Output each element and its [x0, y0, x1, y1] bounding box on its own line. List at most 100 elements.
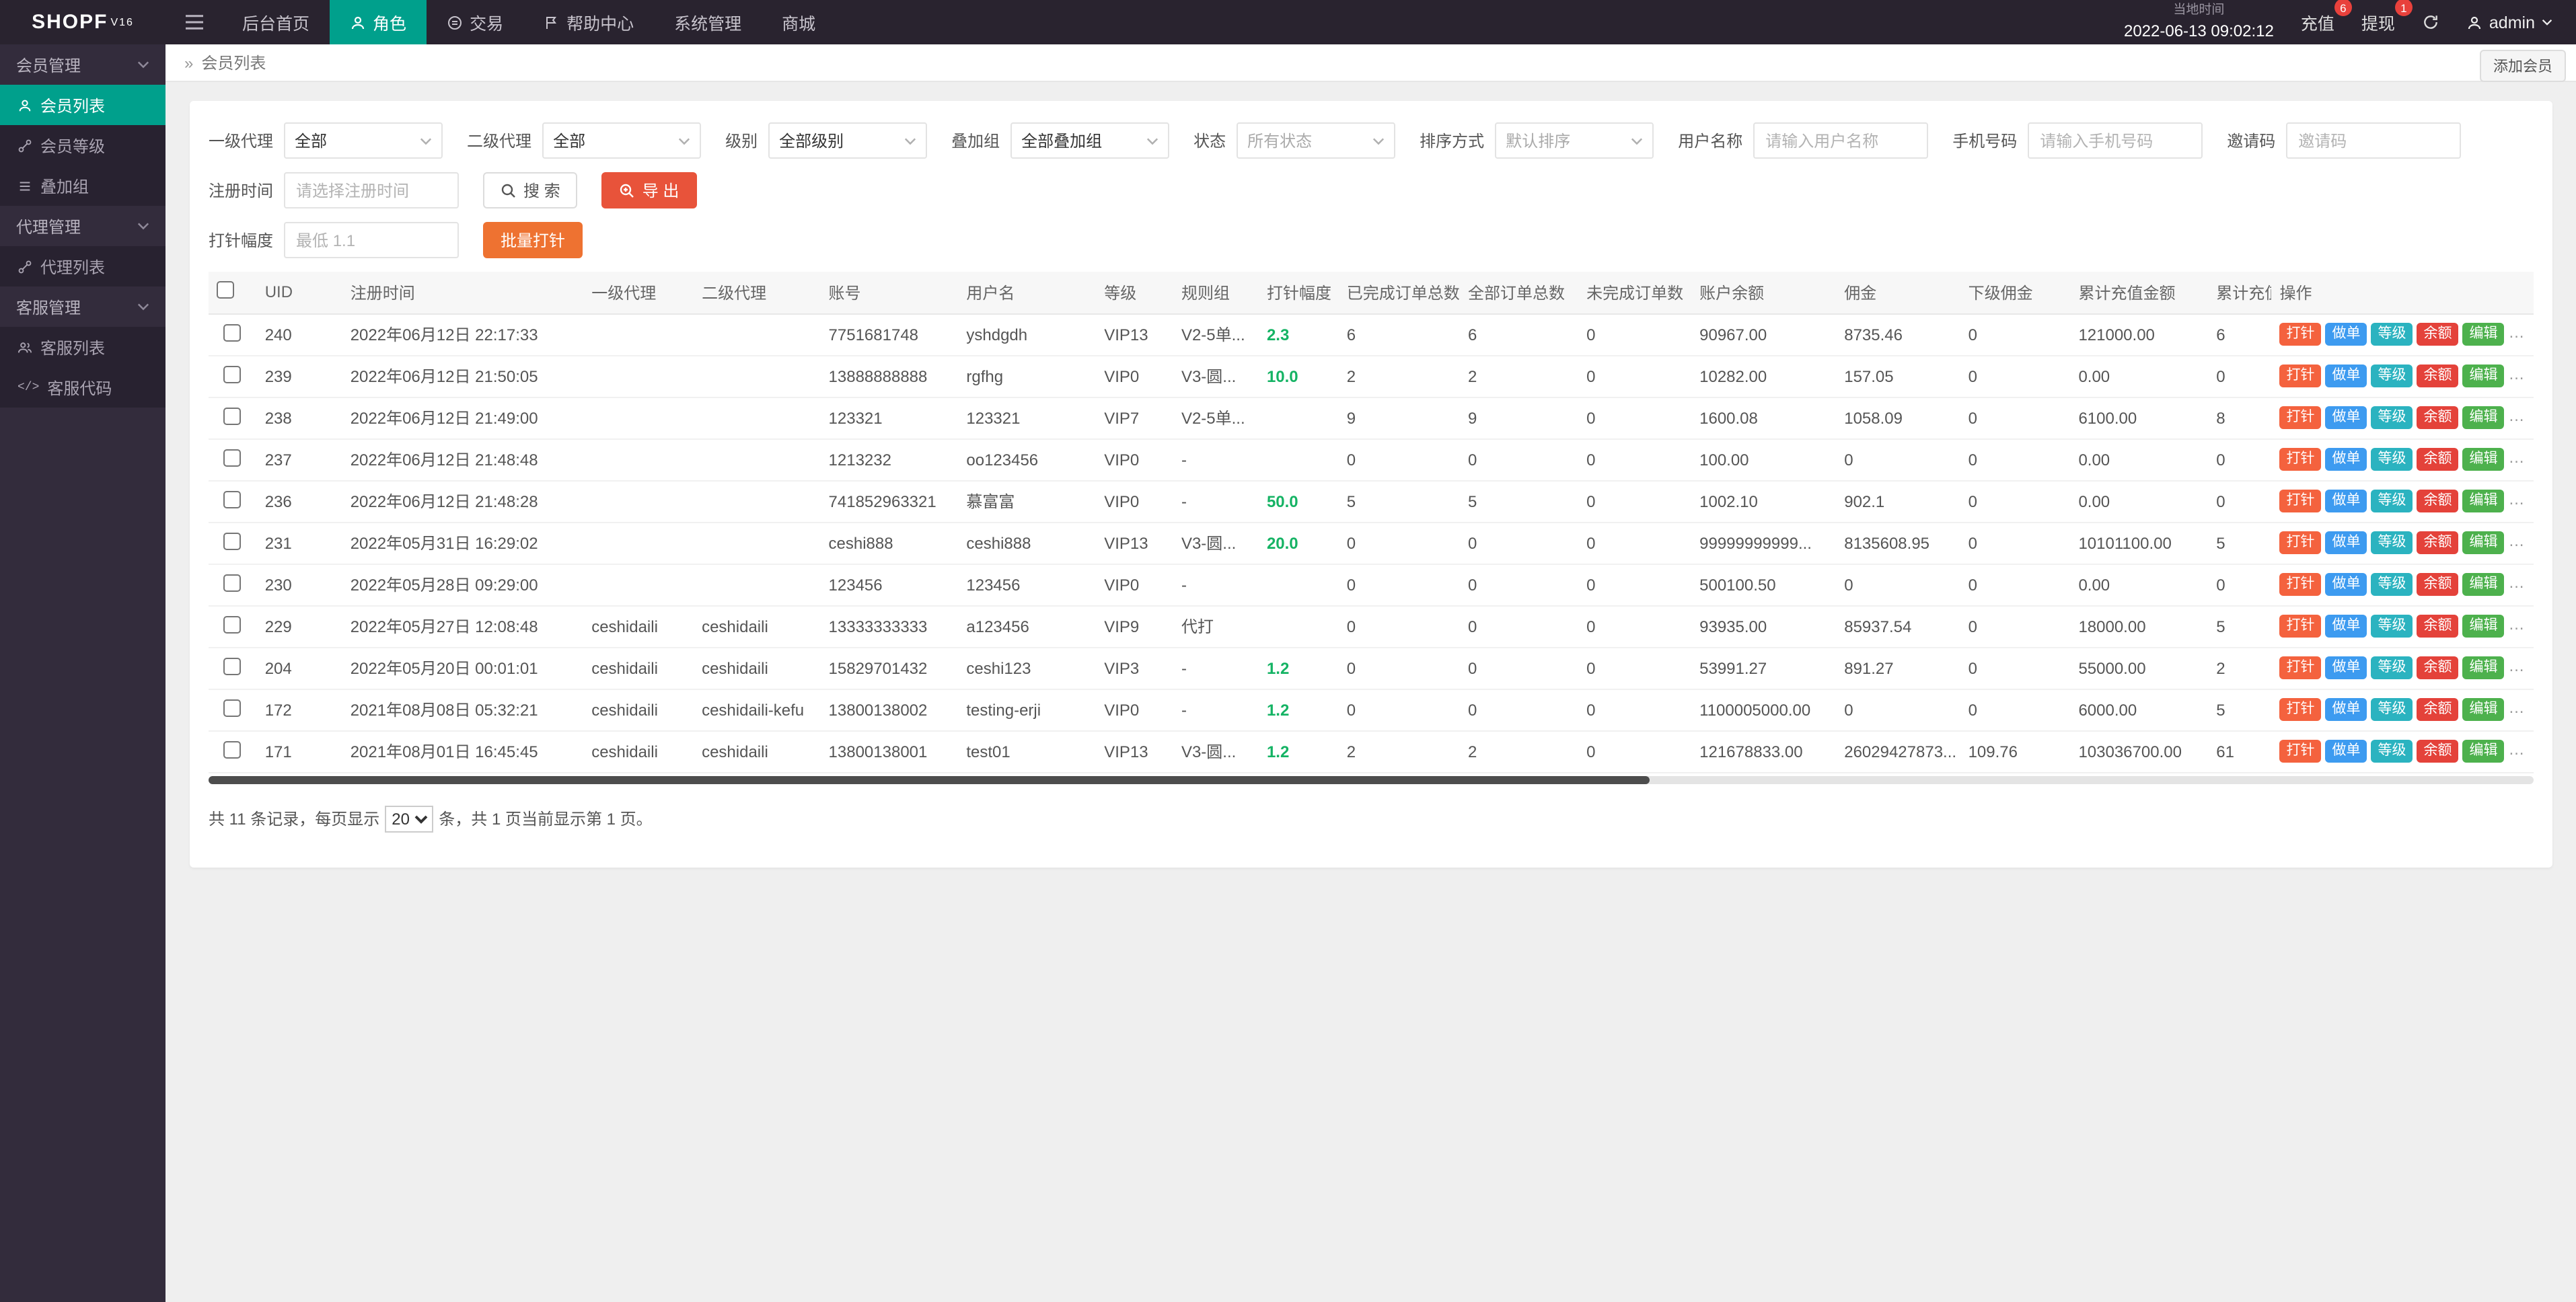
row-more-button[interactable]: … — [2509, 573, 2525, 592]
sidebar-item-overlay-group[interactable]: 叠加组 — [0, 165, 165, 206]
edit-button[interactable]: 编辑 — [2463, 615, 2505, 637]
edit-button[interactable]: 编辑 — [2463, 365, 2505, 387]
sidebar-item-member-list[interactable]: 会员列表 — [0, 85, 165, 125]
row-more-button[interactable]: … — [2509, 490, 2525, 508]
make-order-button[interactable]: 做单 — [2326, 698, 2367, 720]
make-order-button[interactable]: 做单 — [2326, 740, 2367, 762]
sort-select[interactable]: 默认排序 — [1495, 122, 1654, 159]
horizontal-scrollbar-thumb[interactable] — [209, 775, 1650, 783]
level-button[interactable]: 等级 — [2371, 615, 2413, 637]
make-order-button[interactable]: 做单 — [2326, 406, 2367, 428]
inject-button[interactable]: 打针 — [2280, 406, 2322, 428]
username-input[interactable] — [1753, 122, 1928, 159]
add-member-button[interactable]: 添加会员 — [2480, 50, 2566, 82]
inject-button[interactable]: 打针 — [2280, 490, 2322, 512]
row-checkbox[interactable] — [224, 323, 242, 341]
nav-item-mall[interactable]: 商城 — [762, 0, 836, 44]
make-order-button[interactable]: 做单 — [2326, 448, 2367, 470]
balance-button[interactable]: 余额 — [2417, 365, 2459, 387]
balance-button[interactable]: 余额 — [2417, 323, 2459, 345]
status-select[interactable]: 所有状态 — [1237, 122, 1395, 159]
row-checkbox[interactable] — [224, 657, 242, 675]
nav-item-home[interactable]: 后台首页 — [222, 0, 330, 44]
make-order-button[interactable]: 做单 — [2326, 573, 2367, 595]
recharge-menu[interactable]: 充值 6 — [2301, 9, 2334, 35]
edit-button[interactable]: 编辑 — [2463, 740, 2505, 762]
edit-button[interactable]: 编辑 — [2463, 656, 2505, 679]
inject-button[interactable]: 打针 — [2280, 615, 2322, 637]
level-button[interactable]: 等级 — [2371, 448, 2413, 470]
nav-item-help-center[interactable]: 帮助中心 — [523, 0, 654, 44]
row-checkbox[interactable] — [224, 490, 242, 508]
row-more-button[interactable]: … — [2509, 698, 2525, 717]
balance-button[interactable]: 余额 — [2417, 448, 2459, 470]
make-order-button[interactable]: 做单 — [2326, 531, 2367, 553]
make-order-button[interactable]: 做单 — [2326, 656, 2367, 679]
edit-button[interactable]: 编辑 — [2463, 573, 2505, 595]
edit-button[interactable]: 编辑 — [2463, 406, 2505, 428]
level-select[interactable]: 全部级别 — [768, 122, 927, 159]
inject-button[interactable]: 打针 — [2280, 573, 2322, 595]
balance-button[interactable]: 余额 — [2417, 490, 2459, 512]
level-button[interactable]: 等级 — [2371, 490, 2413, 512]
row-more-button[interactable]: … — [2509, 448, 2525, 467]
make-order-button[interactable]: 做单 — [2326, 615, 2367, 637]
search-button[interactable]: 搜 索 — [483, 172, 578, 208]
sidebar-group-service-management[interactable]: 客服管理 — [0, 286, 165, 327]
make-order-button[interactable]: 做单 — [2326, 490, 2367, 512]
row-checkbox[interactable] — [224, 365, 242, 383]
withdraw-menu[interactable]: 提现 1 — [2361, 9, 2395, 35]
level-button[interactable]: 等级 — [2371, 531, 2413, 553]
inject-button[interactable]: 打针 — [2280, 323, 2322, 345]
inject-button[interactable]: 打针 — [2280, 740, 2322, 762]
batch-inject-button[interactable]: 批量打针 — [483, 222, 583, 258]
sidebar-item-service-code[interactable]: </> 客服代码 — [0, 367, 165, 408]
balance-button[interactable]: 余额 — [2417, 573, 2459, 595]
phone-input[interactable] — [2028, 122, 2203, 159]
row-more-button[interactable]: … — [2509, 615, 2525, 634]
edit-button[interactable]: 编辑 — [2463, 490, 2505, 512]
export-button[interactable]: 导 出 — [602, 172, 697, 208]
row-more-button[interactable]: … — [2509, 656, 2525, 675]
sidebar-group-agent-management[interactable]: 代理管理 — [0, 206, 165, 246]
inject-button[interactable]: 打针 — [2280, 698, 2322, 720]
row-more-button[interactable]: … — [2509, 323, 2525, 342]
sidebar-item-agent-list[interactable]: 代理列表 — [0, 246, 165, 286]
refresh-button[interactable] — [2422, 13, 2439, 31]
reg-time-input[interactable] — [284, 172, 459, 208]
edit-button[interactable]: 编辑 — [2463, 698, 2505, 720]
row-checkbox[interactable] — [224, 532, 242, 549]
row-checkbox[interactable] — [224, 740, 242, 758]
row-checkbox[interactable] — [224, 407, 242, 424]
row-checkbox[interactable] — [224, 615, 242, 633]
agent1-select[interactable]: 全部 — [284, 122, 443, 159]
sidebar-group-member-management[interactable]: 会员管理 — [0, 44, 165, 85]
nav-item-trade[interactable]: 交易 — [427, 0, 523, 44]
inject-button[interactable]: 打针 — [2280, 656, 2322, 679]
hamburger-menu-button[interactable] — [165, 0, 222, 44]
make-order-button[interactable]: 做单 — [2326, 365, 2367, 387]
sidebar-item-service-list[interactable]: 客服列表 — [0, 327, 165, 367]
agent2-select[interactable]: 全部 — [542, 122, 701, 159]
make-order-button[interactable]: 做单 — [2326, 323, 2367, 345]
inject-range-input[interactable] — [284, 222, 459, 258]
user-menu[interactable]: admin — [2466, 13, 2552, 32]
row-more-button[interactable]: … — [2509, 365, 2525, 383]
level-button[interactable]: 等级 — [2371, 323, 2413, 345]
page-size-select[interactable]: 20 — [385, 805, 433, 832]
balance-button[interactable]: 余额 — [2417, 656, 2459, 679]
sidebar-item-member-level[interactable]: 会员等级 — [0, 125, 165, 165]
balance-button[interactable]: 余额 — [2417, 406, 2459, 428]
row-more-button[interactable]: … — [2509, 406, 2525, 425]
nav-item-system-management[interactable]: 系统管理 — [654, 0, 762, 44]
inject-button[interactable]: 打针 — [2280, 365, 2322, 387]
level-button[interactable]: 等级 — [2371, 740, 2413, 762]
balance-button[interactable]: 余额 — [2417, 740, 2459, 762]
row-more-button[interactable]: … — [2509, 531, 2525, 550]
nav-item-roles[interactable]: 角色 — [330, 0, 427, 44]
row-checkbox[interactable] — [224, 699, 242, 716]
invite-code-input[interactable] — [2286, 122, 2461, 159]
level-button[interactable]: 等级 — [2371, 573, 2413, 595]
edit-button[interactable]: 编辑 — [2463, 531, 2505, 553]
level-button[interactable]: 等级 — [2371, 406, 2413, 428]
